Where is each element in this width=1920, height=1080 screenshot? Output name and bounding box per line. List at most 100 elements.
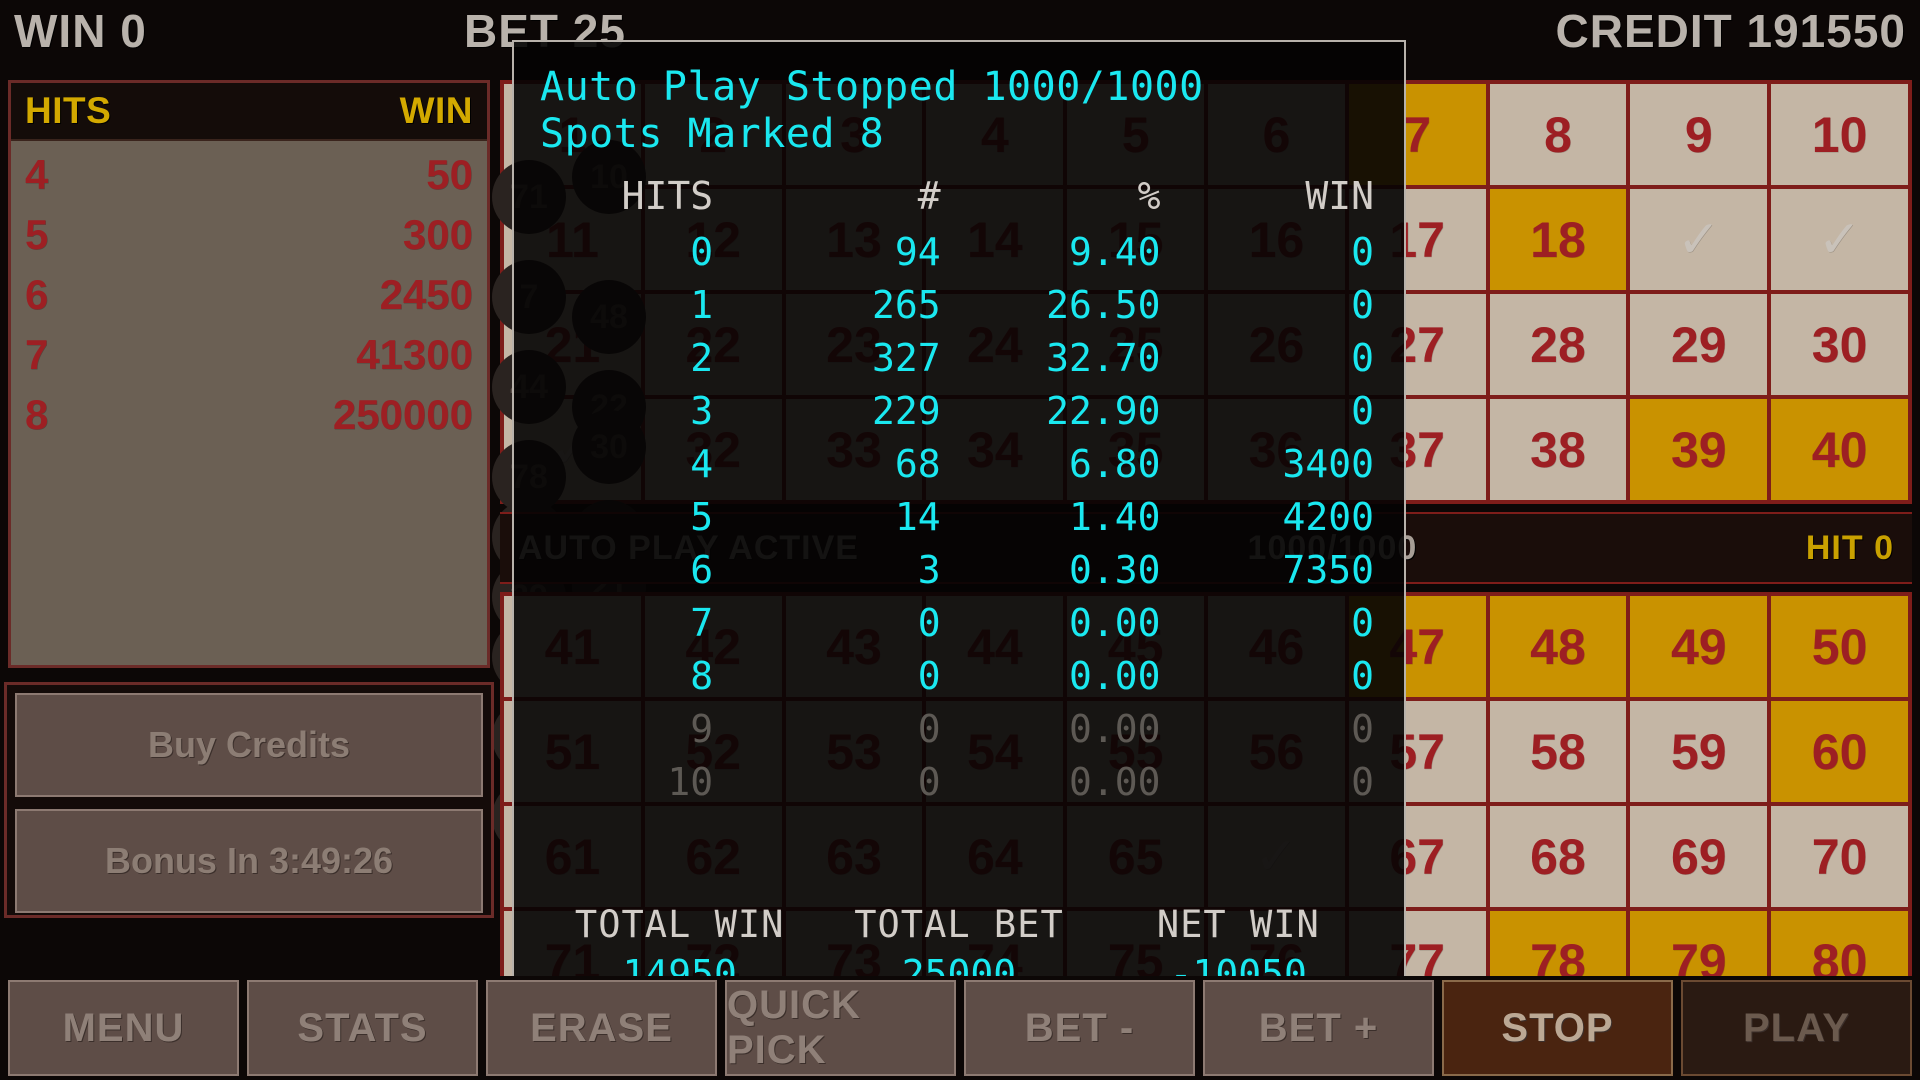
stop-button[interactable]: STOP xyxy=(1442,980,1673,1076)
table-row: 4 68 6.80 3400 xyxy=(540,438,1378,491)
bonus-timer-button[interactable]: Bonus In 3:49:26 xyxy=(15,809,483,913)
paytable-hits: 4 xyxy=(25,151,49,198)
cell-count: 0 xyxy=(917,760,941,805)
paytable-row: 7 41300 xyxy=(25,325,473,385)
cell-win: 0 xyxy=(1351,654,1374,699)
keno-cell-68[interactable]: 68 xyxy=(1489,806,1627,907)
play-button[interactable]: PLAY xyxy=(1681,980,1912,1076)
cell-count: 0 xyxy=(917,601,941,646)
paytable-win: 41300 xyxy=(356,331,473,378)
bottom-button-bar: MENU STATS ERASE QUICK PICK BET - BET + STOP PL… xyxy=(0,976,1920,1080)
table-row: 2 327 32.70 0 xyxy=(540,332,1378,385)
bet-button[interactable]: BET - xyxy=(964,980,1195,1076)
autoplay-results-dialog: Auto Play Stopped 1000/1000 Spots Marked… xyxy=(512,40,1406,1020)
keno-cell-60[interactable]: 60 xyxy=(1771,701,1908,802)
cell-win: 0 xyxy=(1351,707,1374,752)
cell-win: 0 xyxy=(1351,230,1374,275)
cell-percent: 22.90 xyxy=(1046,389,1161,434)
dialog-title-line2: Spots Marked 8 xyxy=(540,111,885,158)
keno-cell-49[interactable]: 49 xyxy=(1630,596,1768,697)
cell-hits: 2 xyxy=(690,336,714,381)
paytable-row: 8 250000 xyxy=(25,385,473,445)
cell-percent: 0.00 xyxy=(1068,601,1161,646)
buy-credits-button[interactable]: Buy Credits xyxy=(15,693,483,797)
cell-count: 94 xyxy=(894,230,941,275)
cell-win: 4200 xyxy=(1282,495,1374,540)
game-screen: WIN 0 BET 25 CREDIT 191550 1234567891011… xyxy=(0,0,1920,1080)
col-header-pct: % xyxy=(1137,174,1161,219)
keno-cell-48[interactable]: 48 xyxy=(1489,596,1627,697)
total-label: TOTAL BET xyxy=(854,903,1064,946)
cell-percent: 0.00 xyxy=(1068,760,1161,805)
cell-win: 0 xyxy=(1351,760,1374,805)
cell-count: 14 xyxy=(894,495,941,540)
cell-count: 0 xyxy=(917,654,941,699)
cell-win: 0 xyxy=(1351,601,1374,646)
cell-hits: 5 xyxy=(690,495,714,540)
cell-hits: 10 xyxy=(667,760,714,805)
paytable-hits: 7 xyxy=(25,331,49,378)
cell-percent: 0.00 xyxy=(1068,707,1161,752)
table-row: 8 0 0.00 0 xyxy=(540,650,1378,703)
cell-percent: 9.40 xyxy=(1068,230,1161,275)
col-header-hits: HITS xyxy=(621,174,714,219)
cell-percent: 0.30 xyxy=(1068,548,1161,593)
paytable-win: 300 xyxy=(402,211,473,258)
cell-hits: 0 xyxy=(690,230,714,275)
keno-cell-50[interactable]: 50 xyxy=(1771,596,1908,697)
paytable-panel: HITS WIN 4 50 5 300 6 2450 7 41300 8 250000 xyxy=(8,80,490,668)
keno-cell-70[interactable]: 70 xyxy=(1771,806,1908,907)
keno-cell-69[interactable]: 69 xyxy=(1630,806,1768,907)
cell-hits: 7 xyxy=(690,601,714,646)
paytable-row: 5 300 xyxy=(25,205,473,265)
paytable-hits: 5 xyxy=(25,211,49,258)
cell-hits: 4 xyxy=(690,442,714,487)
keno-cell-58[interactable]: 58 xyxy=(1489,701,1627,802)
total-label: NET WIN xyxy=(1156,903,1320,946)
cell-percent: 32.70 xyxy=(1046,336,1161,381)
cell-win: 7350 xyxy=(1282,548,1374,593)
cell-win: 0 xyxy=(1351,283,1374,328)
table-row: 6 3 0.30 7350 xyxy=(540,544,1378,597)
table-row: 9 0 0.00 0 xyxy=(540,703,1378,756)
paytable-row: 6 2450 xyxy=(25,265,473,325)
col-header-win: WIN xyxy=(1305,174,1374,219)
paytable-col-win: WIN xyxy=(399,90,473,131)
left-button-panel: Buy Credits Bonus In 3:49:26 xyxy=(4,682,494,918)
cell-win: 0 xyxy=(1351,389,1374,434)
cell-count: 0 xyxy=(917,707,941,752)
hits-statistics-table: HITS # % WIN 0 94 9.40 0 1 265 26.50 0 2 327 32.70… xyxy=(540,174,1378,809)
erase-button[interactable]: ERASE xyxy=(486,980,717,1076)
stats-button[interactable]: STATS xyxy=(247,980,478,1076)
table-row: 3 229 22.90 0 xyxy=(540,385,1378,438)
table-row: 7 0 0.00 0 xyxy=(540,597,1378,650)
keno-cell-59[interactable]: 59 xyxy=(1630,701,1768,802)
paytable-win: 2450 xyxy=(379,271,473,318)
cell-hits: 1 xyxy=(690,283,714,328)
paytable-row: 4 50 xyxy=(25,145,473,205)
quick-pick-button[interactable]: QUICK PICK xyxy=(725,980,956,1076)
table-header-row: HITS # % WIN xyxy=(540,174,1378,226)
paytable-win: 250000 xyxy=(332,391,473,438)
total-label: TOTAL WIN xyxy=(574,903,785,946)
cell-hits: 8 xyxy=(690,654,714,699)
cell-win: 3400 xyxy=(1282,442,1374,487)
cell-hits: 9 xyxy=(690,707,714,752)
table-row: 1 265 26.50 0 xyxy=(540,279,1378,332)
cell-hits: 3 xyxy=(690,389,714,434)
menu-button[interactable]: MENU xyxy=(8,980,239,1076)
paytable-hits: 8 xyxy=(25,391,49,438)
cell-win: 0 xyxy=(1351,336,1374,381)
paytable-rows: 4 50 5 300 6 2450 7 41300 8 250000 xyxy=(11,141,487,445)
cell-percent: 6.80 xyxy=(1068,442,1161,487)
bet-button[interactable]: BET + xyxy=(1203,980,1434,1076)
cell-count: 68 xyxy=(894,442,941,487)
table-row: 5 14 1.40 4200 xyxy=(540,491,1378,544)
paytable-win: 50 xyxy=(426,151,473,198)
paytable-hits: 6 xyxy=(25,271,49,318)
hit-count: HIT 0 xyxy=(1805,528,1894,567)
cell-count: 327 xyxy=(871,336,941,381)
dialog-title-line1: Auto Play Stopped 1000/1000 xyxy=(540,64,1204,110)
credit-display: CREDIT 191550 xyxy=(1555,5,1906,57)
cell-hits: 6 xyxy=(690,548,714,593)
